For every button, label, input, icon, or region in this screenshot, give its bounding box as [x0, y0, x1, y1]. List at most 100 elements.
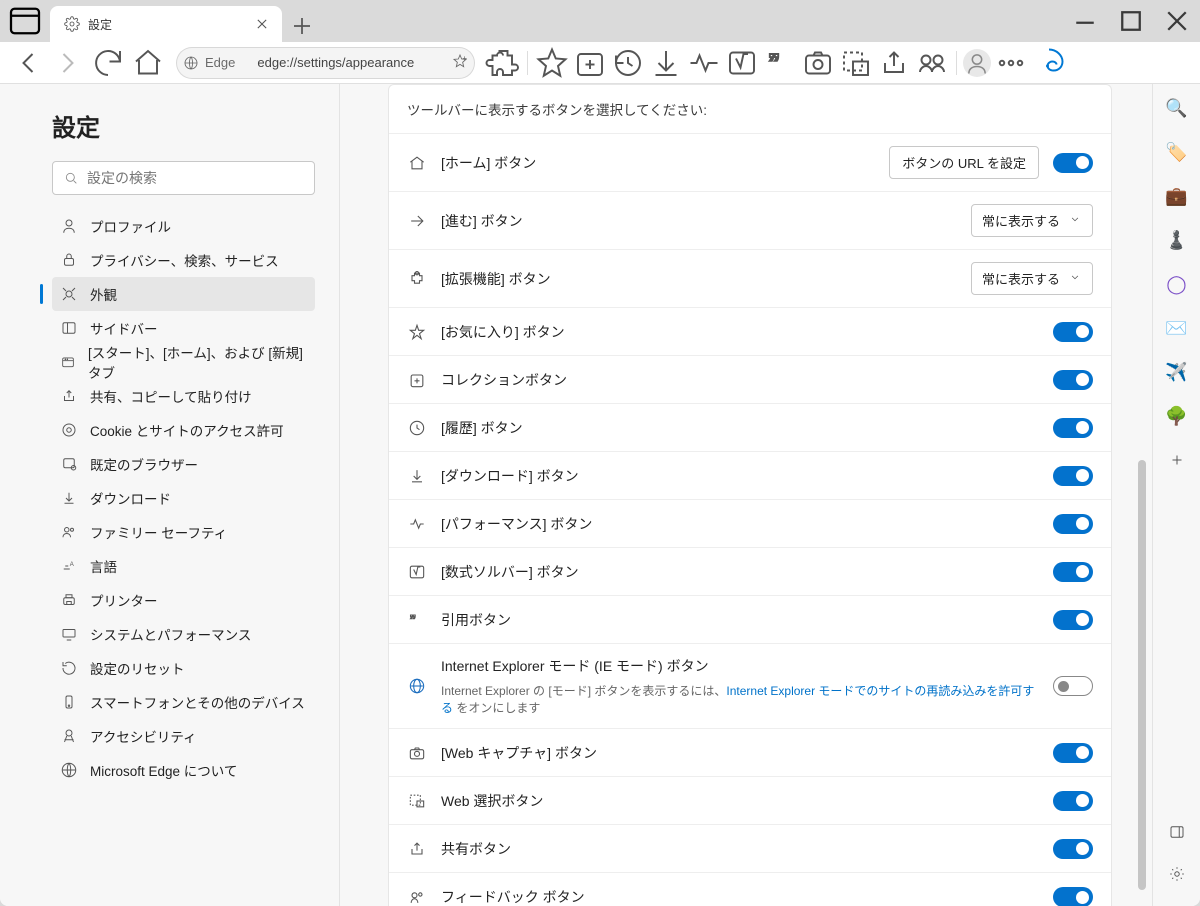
home-url-button[interactable]: ボタンの URL を設定: [889, 146, 1039, 179]
profile-avatar-button[interactable]: [963, 49, 991, 77]
download-icon: [407, 466, 427, 486]
forward-visibility-select[interactable]: 常に表示する: [971, 204, 1093, 237]
more-menu-button[interactable]: [993, 45, 1029, 81]
window-close-button[interactable]: [1154, 0, 1200, 42]
address-bar[interactable]: edge://settings/appearance: [247, 47, 475, 79]
sidebar-search-icon[interactable]: 🔍: [1163, 94, 1191, 122]
setting-row-web-capture: [Web キャプチャ] ボタン: [389, 729, 1111, 777]
downloads-button[interactable]: [648, 45, 684, 81]
collections-button[interactable]: [572, 45, 608, 81]
toolbar-divider: [956, 51, 957, 75]
sidebar-tools-icon[interactable]: 💼: [1163, 182, 1191, 210]
settings-nav-item[interactable]: [スタート]、[ホーム]、および [新規] タブ: [52, 345, 315, 379]
settings-nav-item[interactable]: アクセシビリティ: [52, 719, 315, 753]
row-label: [数式ソルバー] ボタン: [441, 562, 1039, 582]
settings-nav-item[interactable]: プロファイル: [52, 209, 315, 243]
sidebar-office-icon[interactable]: ◯: [1163, 270, 1191, 298]
performance-button[interactable]: [686, 45, 722, 81]
settings-title: 設定: [52, 108, 315, 143]
toggle-home[interactable]: [1053, 153, 1093, 173]
select-icon: [407, 791, 427, 811]
settings-nav-item[interactable]: 外観: [52, 277, 315, 311]
setting-row-ie-mode: Internet Explorer モード (IE モード) ボタン Inter…: [389, 644, 1111, 729]
home-button[interactable]: [130, 45, 166, 81]
nav-item-icon: [60, 285, 78, 303]
web-capture-button[interactable]: [800, 45, 836, 81]
settings-search-input[interactable]: [87, 170, 304, 186]
settings-nav-item[interactable]: プリンター: [52, 583, 315, 617]
settings-nav-item[interactable]: 既定のブラウザー: [52, 447, 315, 481]
setting-row-share: 共有ボタン: [389, 825, 1111, 873]
toggle-web-capture[interactable]: [1053, 743, 1093, 763]
row-label: [Web キャプチャ] ボタン: [441, 743, 1039, 763]
toggle-collections[interactable]: [1053, 370, 1093, 390]
browser-tab[interactable]: 設定: [50, 6, 282, 42]
toggle-history[interactable]: [1053, 418, 1093, 438]
nav-item-icon: [60, 523, 78, 541]
tab-close-button[interactable]: [252, 14, 272, 34]
favorite-star-icon[interactable]: [452, 53, 468, 72]
settings-nav-item[interactable]: 設定のリセット: [52, 651, 315, 685]
window-minimize-button[interactable]: [1062, 0, 1108, 42]
new-tab-button[interactable]: [286, 10, 318, 42]
star-icon: [407, 322, 427, 342]
settings-nav-item[interactable]: 共有、コピーして貼り付け: [52, 379, 315, 413]
settings-nav-item[interactable]: システムとパフォーマンス: [52, 617, 315, 651]
settings-nav-item[interactable]: Microsoft Edge について: [52, 753, 315, 787]
feedback-button[interactable]: [914, 45, 950, 81]
sidebar-drop-icon[interactable]: 🌳: [1163, 402, 1191, 430]
settings-nav-item[interactable]: プライバシー、検索、サービス: [52, 243, 315, 277]
row-label: 共有ボタン: [441, 839, 1039, 859]
nav-item-icon: [60, 319, 78, 337]
favorites-button[interactable]: [534, 45, 570, 81]
toggle-web-select[interactable]: [1053, 791, 1093, 811]
tab-actions-button[interactable]: [0, 0, 50, 42]
math-solver-button[interactable]: [724, 45, 760, 81]
toolbar-divider: [527, 51, 528, 75]
toggle-performance[interactable]: [1053, 514, 1093, 534]
sidebar-send-icon[interactable]: ✈️: [1163, 358, 1191, 386]
nav-item-label: アクセシビリティ: [90, 726, 197, 746]
share-button[interactable]: [876, 45, 912, 81]
toggle-downloads[interactable]: [1053, 466, 1093, 486]
toggle-citations[interactable]: [1053, 610, 1093, 630]
sidebar-settings-icon[interactable]: [1163, 860, 1191, 888]
toggle-favorites[interactable]: [1053, 322, 1093, 342]
settings-nav-item[interactable]: スマートフォンとその他のデバイス: [52, 685, 315, 719]
toggle-share[interactable]: [1053, 839, 1093, 859]
extensions-button[interactable]: [485, 45, 521, 81]
sidebar-panel-icon[interactable]: [1163, 818, 1191, 846]
row-label: [拡張機能] ボタン: [441, 269, 957, 289]
row-label: フィードバック ボタン: [441, 887, 1039, 906]
settings-nav-item[interactable]: Cookie とサイトのアクセス許可: [52, 413, 315, 447]
nav-item-icon: A: [60, 557, 78, 575]
chevron-down-icon: [1068, 270, 1082, 287]
forward-icon: [407, 211, 427, 231]
extensions-visibility-select[interactable]: 常に表示する: [971, 262, 1093, 295]
sidebar-add-button[interactable]: [1163, 446, 1191, 474]
nav-item-label: プリンター: [90, 590, 158, 610]
refresh-button[interactable]: [90, 45, 126, 81]
toggle-math[interactable]: [1053, 562, 1093, 582]
toggle-ie-mode[interactable]: [1053, 676, 1093, 696]
sidebar-shopping-icon[interactable]: 🏷️: [1163, 138, 1191, 166]
citations-button[interactable]: ”: [762, 45, 798, 81]
settings-nav-item[interactable]: ダウンロード: [52, 481, 315, 515]
history-button[interactable]: [610, 45, 646, 81]
scrollbar[interactable]: [1138, 460, 1146, 890]
copilot-button[interactable]: [1031, 45, 1067, 81]
web-select-button[interactable]: [838, 45, 874, 81]
nav-item-label: 外観: [90, 284, 117, 304]
forward-button[interactable]: [50, 45, 86, 81]
settings-nav-item[interactable]: ファミリー セーフティ: [52, 515, 315, 549]
window-maximize-button[interactable]: [1108, 0, 1154, 42]
back-button[interactable]: [10, 45, 46, 81]
toggle-feedback[interactable]: [1053, 887, 1093, 906]
sidebar-games-icon[interactable]: ♟️: [1163, 226, 1191, 254]
settings-search[interactable]: [52, 161, 315, 195]
settings-nav-item[interactable]: A言語: [52, 549, 315, 583]
site-identity-button[interactable]: Edge: [176, 47, 247, 79]
search-icon: [63, 170, 79, 186]
sidebar-outlook-icon[interactable]: ✉️: [1163, 314, 1191, 342]
settings-nav-item[interactable]: サイドバー: [52, 311, 315, 345]
